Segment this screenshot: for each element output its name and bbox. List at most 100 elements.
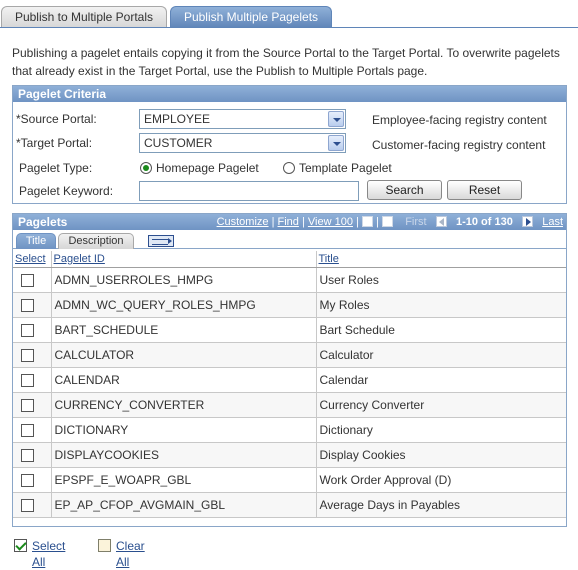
row-checkbox[interactable] — [21, 498, 34, 512]
homepage-pagelet-radio[interactable] — [140, 162, 152, 174]
row-checkbox[interactable] — [21, 323, 34, 337]
target-portal-value: CUSTOMER — [144, 136, 213, 150]
row-select-cell — [13, 442, 51, 468]
tab-publish-multiple-pagelets[interactable]: Publish Multiple Pagelets — [170, 6, 332, 28]
pagelet-id-cell: EP_AP_CFOP_AVGMAIN_GBL — [50, 492, 316, 518]
pagelet-id-cell: ADMN_WC_QUERY_ROLES_HMPG — [50, 292, 316, 318]
pagelet-type-label: Pagelet Type: — [19, 161, 93, 175]
tab-baseline — [0, 27, 578, 28]
pagelet-title-cell: Bart Schedule — [315, 317, 566, 343]
clear-all-checkbox-icon[interactable] — [98, 539, 111, 552]
pagelet-title-cell: My Roles — [315, 292, 566, 318]
row-checkbox[interactable] — [21, 398, 34, 412]
pagelet-id-cell: DISPLAYCOOKIES — [50, 442, 316, 468]
table-row: CALENDAR Calendar — [13, 367, 566, 393]
row-select-cell — [13, 492, 51, 518]
select-all-checkbox-icon[interactable] — [14, 539, 27, 552]
pagelet-title-cell: Work Order Approval (D) — [315, 467, 566, 493]
row-select-cell — [13, 417, 51, 443]
pagelet-id-cell: BART_SCHEDULE — [50, 317, 316, 343]
search-button[interactable]: Search — [367, 180, 442, 200]
pagelet-id-cell: CALENDAR — [50, 367, 316, 393]
target-portal-description: Customer-facing registry content — [372, 138, 546, 152]
pagelet-id-cell: DICTIONARY — [50, 417, 316, 443]
row-select-cell — [13, 467, 51, 493]
pagelet-id-cell: EPSPF_E_WOAPR_GBL — [50, 467, 316, 493]
row-checkbox[interactable] — [21, 423, 34, 437]
template-pagelet-label: Template Pagelet — [299, 161, 392, 175]
row-select-cell — [13, 367, 51, 393]
table-row: EPSPF_E_WOAPR_GBL Work Order Approval (D… — [13, 467, 566, 493]
grid-navigation: Customize | Find | View 100 | | First 1-… — [216, 214, 563, 230]
column-header-title[interactable]: Title — [315, 251, 566, 268]
pagelets-grid: Pagelets Customize | Find | View 100 | |… — [12, 213, 567, 527]
table-row: DISPLAYCOOKIES Display Cookies — [13, 442, 566, 468]
row-select-cell — [13, 342, 51, 368]
table-row: CURRENCY_CONVERTER Currency Converter — [13, 392, 566, 418]
chevron-down-icon[interactable] — [328, 135, 344, 151]
pagelet-title-cell: Calendar — [315, 367, 566, 393]
clear-all-link[interactable]: Clear All — [116, 538, 145, 570]
target-portal-select[interactable]: CUSTOMER — [139, 133, 346, 153]
pagelet-title-cell: User Roles — [315, 267, 566, 293]
top-tab-bar: Publish to Multiple Portals Publish Mult… — [0, 0, 578, 28]
row-select-cell — [13, 267, 51, 293]
source-portal-description: Employee-facing registry content — [372, 113, 547, 127]
row-select-cell — [13, 317, 51, 343]
source-portal-value: EMPLOYEE — [144, 112, 211, 126]
table-row: ADMN_WC_QUERY_ROLES_HMPG My Roles — [13, 292, 566, 318]
table-row: DICTIONARY Dictionary — [13, 417, 566, 443]
select-all-link[interactable]: Select All — [32, 538, 65, 570]
row-checkbox[interactable] — [21, 298, 34, 312]
source-portal-label: *Source Portal: — [16, 112, 97, 126]
next-arrow-icon[interactable] — [522, 216, 534, 227]
pagelets-table: Select Pagelet ID Title ADMN_USERROLES_H… — [13, 251, 566, 518]
column-header-pagelet-id[interactable]: Pagelet ID — [50, 251, 316, 268]
pagelet-title-cell: Dictionary — [315, 417, 566, 443]
tab-publish-to-multiple-portals[interactable]: Publish to Multiple Portals — [1, 6, 167, 28]
row-select-cell — [13, 292, 51, 318]
pagelet-id-cell: CURRENCY_CONVERTER — [50, 392, 316, 418]
pagelet-title-cell: Currency Converter — [315, 392, 566, 418]
previous-arrow-icon — [435, 216, 447, 227]
customize-link[interactable]: Customize — [217, 214, 269, 230]
pagelet-id-cell: ADMN_USERROLES_HMPG — [50, 267, 316, 293]
target-portal-label: *Target Portal: — [16, 136, 93, 150]
column-header-select[interactable]: Select — [13, 251, 51, 268]
template-pagelet-radio[interactable] — [283, 162, 295, 174]
download-icon[interactable] — [361, 216, 373, 227]
pagelet-keyword-input[interactable] — [139, 181, 359, 201]
table-row: CALCULATOR Calculator — [13, 342, 566, 368]
pagelet-title-cell: Calculator — [315, 342, 566, 368]
view-100-link[interactable]: View 100 — [308, 214, 353, 230]
table-row: ADMN_USERROLES_HMPG User Roles — [13, 267, 566, 293]
homepage-pagelet-label: Homepage Pagelet — [156, 161, 259, 175]
criteria-header: Pagelet Criteria — [13, 86, 566, 102]
grid-tab-bar: Title Description — [13, 231, 566, 249]
row-checkbox[interactable] — [21, 273, 34, 287]
pagelets-title: Pagelets — [18, 215, 68, 229]
pagelet-id-cell: CALCULATOR — [50, 342, 316, 368]
intro-text: Publishing a pagelet entails copying it … — [12, 46, 560, 78]
row-checkbox[interactable] — [21, 348, 34, 362]
grid-tab-title[interactable]: Title — [16, 233, 56, 249]
pagelet-title-cell: Display Cookies — [315, 442, 566, 468]
grid-view-icon[interactable] — [381, 216, 393, 227]
table-row: BART_SCHEDULE Bart Schedule — [13, 317, 566, 343]
chevron-down-icon[interactable] — [328, 111, 344, 127]
pagelets-header: Pagelets Customize | Find | View 100 | |… — [13, 214, 566, 230]
pagelet-keyword-label: Pagelet Keyword: — [19, 184, 114, 198]
show-all-columns-icon[interactable] — [148, 235, 174, 247]
row-select-cell — [13, 392, 51, 418]
last-link[interactable]: Last — [542, 214, 563, 230]
find-link[interactable]: Find — [278, 214, 299, 230]
pagelet-title-cell: Average Days in Payables — [315, 492, 566, 518]
source-portal-select[interactable]: EMPLOYEE — [139, 109, 346, 129]
row-range: 1-10 of 130 — [455, 216, 513, 228]
row-checkbox[interactable] — [21, 373, 34, 387]
row-checkbox[interactable] — [21, 473, 34, 487]
pagelet-criteria-box: Pagelet Criteria *Source Portal: EMPLOYE… — [12, 85, 567, 204]
row-checkbox[interactable] — [21, 448, 34, 462]
reset-button[interactable]: Reset — [447, 180, 522, 200]
grid-tab-description[interactable]: Description — [58, 233, 134, 249]
